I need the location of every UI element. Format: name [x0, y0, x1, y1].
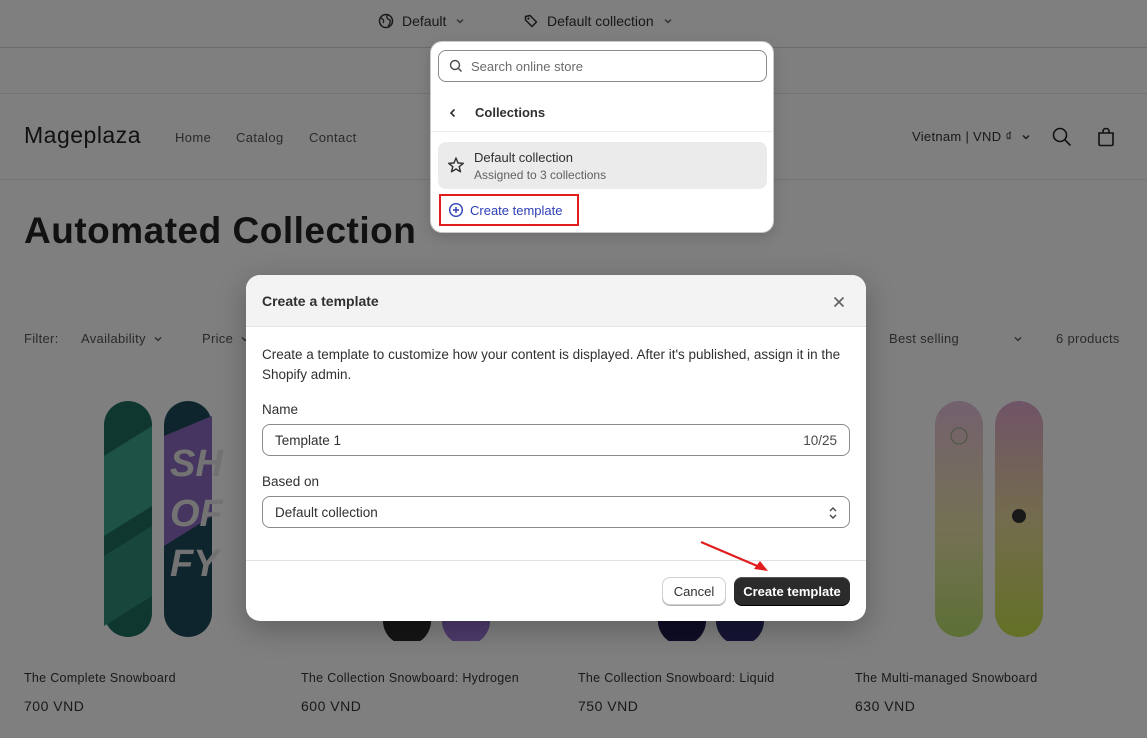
based-on-label: Based on: [262, 474, 320, 489]
collections-back-label: Collections: [475, 105, 546, 120]
collections-back-button[interactable]: Collections: [431, 94, 773, 132]
select-arrows-icon: [829, 507, 837, 519]
dialog-description: Create a template to customize how your …: [262, 347, 841, 382]
search-placeholder: Search online store: [471, 58, 584, 74]
create-template-link[interactable]: Create template: [439, 194, 579, 226]
based-on-select[interactable]: Default collection: [262, 496, 850, 528]
dialog-header: Create a template: [246, 275, 866, 327]
star-icon: [448, 157, 464, 173]
close-icon[interactable]: [829, 292, 849, 312]
template-item-assigned: Assigned to 3 collections: [474, 168, 607, 182]
template-popover: Search online store Collections Default …: [430, 41, 774, 233]
create-template-dialog: Create a template Create a template to c…: [246, 275, 866, 621]
dialog-title: Create a template: [262, 293, 379, 309]
create-template-button[interactable]: Create template: [734, 577, 850, 605]
name-character-count: 10/25: [803, 433, 837, 448]
plus-circle-icon: [448, 202, 464, 218]
name-field-value: Template 1: [275, 433, 342, 448]
annotation-arrow-icon: [700, 540, 768, 571]
chevron-left-icon: [449, 108, 456, 117]
based-on-value: Default collection: [275, 505, 378, 520]
create-template-link-label: Create template: [470, 202, 563, 218]
name-field[interactable]: Template 1 10/25: [262, 424, 850, 456]
search-icon: [449, 59, 462, 72]
search-input[interactable]: Search online store: [438, 50, 767, 82]
dialog-footer: Cancel Create template: [246, 560, 866, 621]
cancel-button[interactable]: Cancel: [662, 577, 726, 605]
template-item-name: Default collection: [474, 150, 573, 165]
template-item-default-collection[interactable]: Default collection Assigned to 3 collect…: [438, 142, 767, 189]
name-field-label: Name: [262, 402, 299, 417]
